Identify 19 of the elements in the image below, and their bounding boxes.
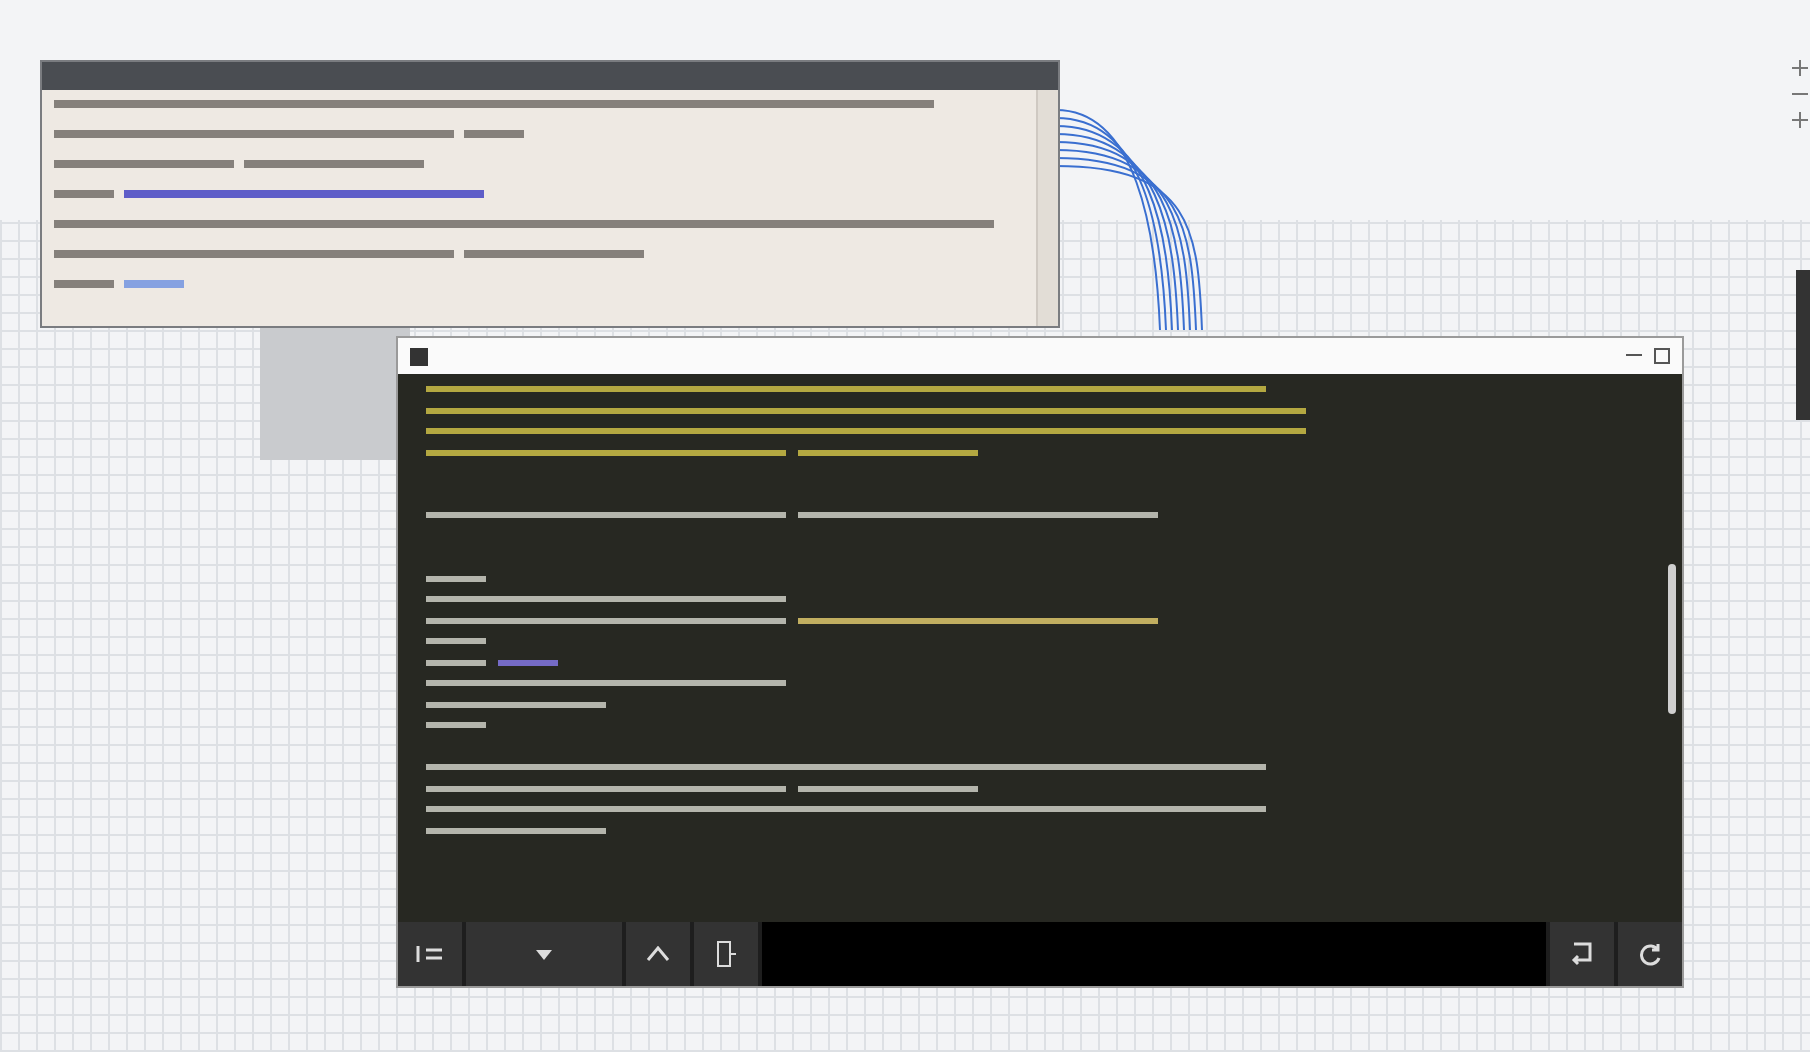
scrollbar[interactable] bbox=[1036, 90, 1058, 326]
toolbar-button[interactable] bbox=[694, 922, 758, 986]
toolbar-button[interactable] bbox=[398, 922, 462, 986]
toolbar-button[interactable] bbox=[626, 922, 690, 986]
minimize-icon[interactable] bbox=[1626, 354, 1642, 358]
refresh-icon bbox=[1638, 942, 1662, 966]
return-icon bbox=[1570, 942, 1594, 966]
scroll-thumb[interactable] bbox=[1668, 564, 1676, 714]
toolbar-button[interactable] bbox=[1618, 922, 1682, 986]
minus-icon[interactable] bbox=[1792, 92, 1808, 96]
plus-icon[interactable] bbox=[1792, 112, 1808, 128]
input-field[interactable] bbox=[762, 922, 1546, 986]
device-icon bbox=[716, 940, 736, 968]
menu-icon bbox=[416, 944, 444, 964]
plus-icon[interactable] bbox=[1792, 60, 1808, 76]
maximize-icon[interactable] bbox=[1654, 348, 1670, 364]
caret-icon bbox=[536, 949, 552, 959]
app-icon bbox=[410, 347, 428, 365]
toolbar-button[interactable] bbox=[1550, 922, 1614, 986]
